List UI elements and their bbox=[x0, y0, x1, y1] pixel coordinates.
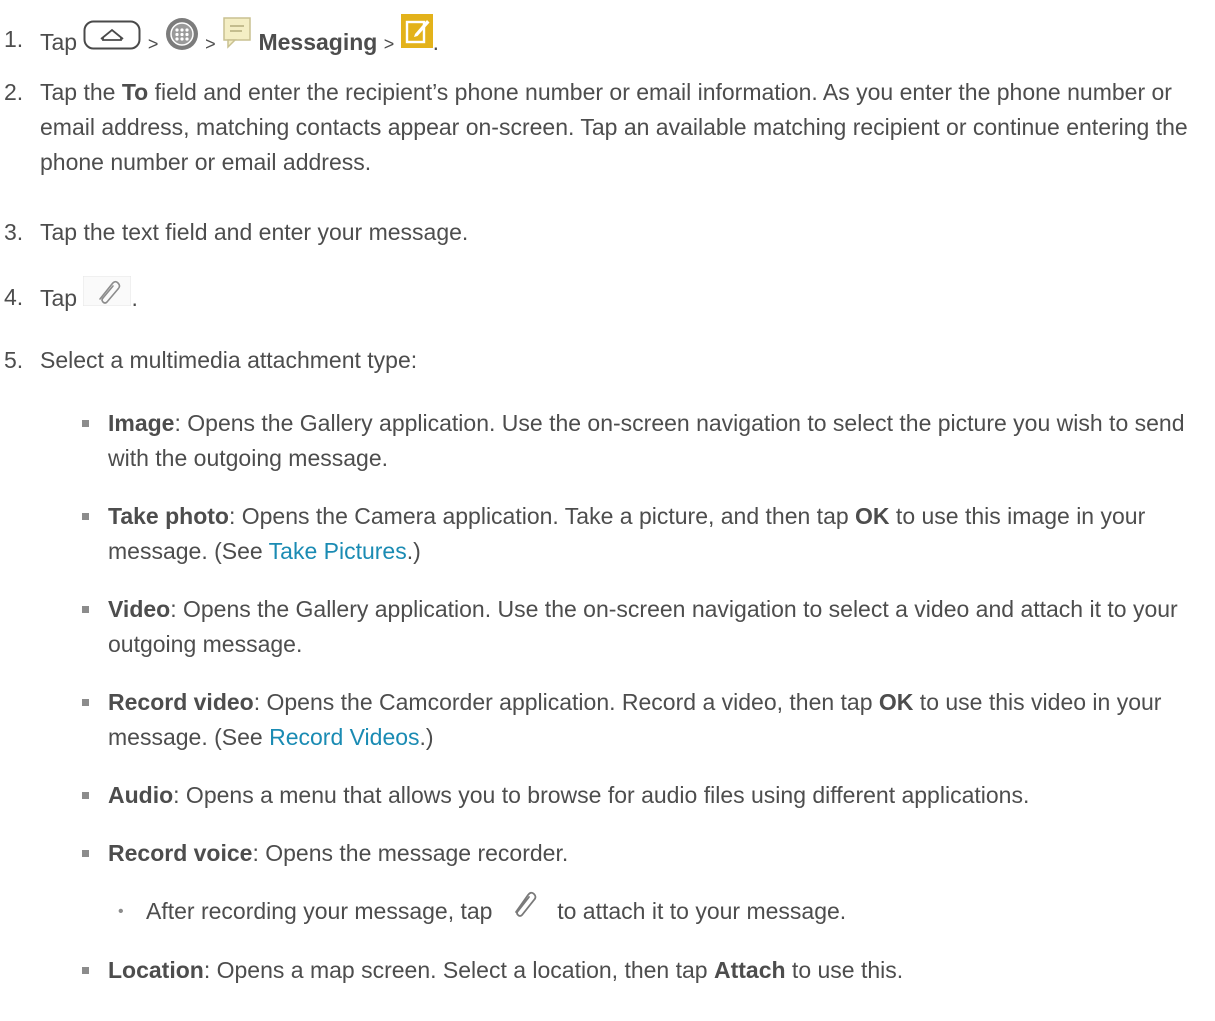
bullet-square bbox=[82, 792, 89, 799]
home-key-icon[interactable] bbox=[83, 20, 141, 60]
separator: > bbox=[383, 34, 395, 55]
step-text: Tap bbox=[40, 285, 78, 312]
messaging-label: Messaging bbox=[258, 29, 378, 56]
bullet-square bbox=[82, 420, 89, 427]
to-field-label: To bbox=[121, 79, 149, 105]
option-audio: Audio: Opens a menu that allows you to b… bbox=[0, 778, 1215, 813]
option-label: Record video bbox=[108, 689, 254, 715]
option-label: Video bbox=[108, 596, 171, 622]
option-record-video: Record video: Opens the Camcorder applic… bbox=[0, 685, 1215, 755]
separator: > bbox=[147, 34, 159, 55]
bullet-square bbox=[82, 699, 89, 706]
bullet-square bbox=[82, 967, 89, 974]
step-text: Tap the To field and enter the recipient… bbox=[40, 79, 1188, 175]
bullet-square bbox=[82, 513, 89, 520]
step-text: Tap bbox=[40, 29, 78, 56]
option-label: Audio bbox=[108, 782, 174, 808]
take-pictures-link[interactable]: Take Pictures bbox=[269, 538, 407, 564]
separator: > bbox=[205, 34, 216, 55]
option-label: Location bbox=[108, 957, 204, 983]
option-label: Image bbox=[108, 410, 175, 436]
bullet-square bbox=[82, 850, 89, 857]
apps-icon[interactable] bbox=[165, 17, 199, 61]
option-image: Image: Opens the Gallery application. Us… bbox=[0, 406, 1215, 476]
option-take-photo: Take photo: Opens the Camera application… bbox=[0, 499, 1215, 569]
step-text: Select a multimedia attachment type: bbox=[40, 347, 418, 373]
messaging-app-icon[interactable] bbox=[222, 16, 252, 60]
paperclip-icon[interactable] bbox=[82, 275, 132, 316]
paperclip-icon[interactable] bbox=[511, 888, 539, 928]
step-text: Tap the text field and enter your messag… bbox=[40, 219, 469, 245]
step-number: 5. bbox=[4, 347, 24, 373]
compose-icon[interactable] bbox=[400, 14, 433, 58]
option-label: Record voice bbox=[108, 840, 253, 866]
option-label: Take photo bbox=[108, 503, 229, 529]
step-number: 1. bbox=[4, 26, 24, 52]
option-record-voice: Record voice: Opens the message recorder… bbox=[0, 836, 1215, 871]
bullet-dot: • bbox=[118, 903, 124, 920]
step-number: 4. bbox=[4, 284, 24, 310]
record-voice-subitem: • After recording your message, tap to a… bbox=[0, 891, 1215, 933]
record-videos-link[interactable]: Record Videos bbox=[269, 724, 419, 750]
bullet-square bbox=[82, 606, 89, 613]
step-number: 3. bbox=[4, 219, 24, 245]
step-text: After recording your message, tap bbox=[146, 898, 493, 925]
step-number: 2. bbox=[4, 79, 24, 105]
option-video: Video: Opens the Gallery application. Us… bbox=[0, 592, 1215, 662]
option-location: Location: Opens a map screen. Select a l… bbox=[0, 953, 1215, 988]
